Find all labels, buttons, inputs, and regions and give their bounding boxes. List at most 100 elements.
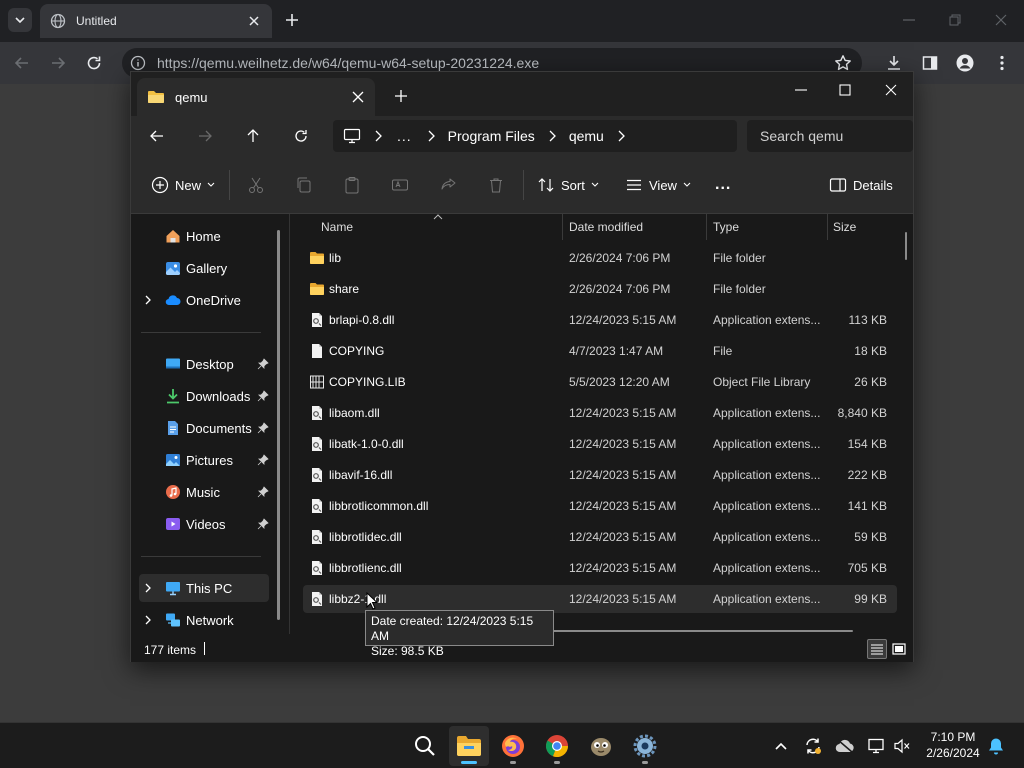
pin-icon[interactable] [257,518,269,530]
taskbar-gimp-app[interactable] [581,726,621,766]
nav-item-music[interactable]: Music [139,478,269,506]
notifications-button[interactable] [986,736,1006,756]
explorer-back-button[interactable] [147,126,167,146]
monitor-icon[interactable] [343,128,361,144]
url-text[interactable]: https://qemu.weilnetz.de/w64/qemu-w64-se… [157,55,539,71]
breadcrumb-program-files[interactable]: Program Files [448,128,535,144]
copy-button[interactable] [295,173,319,197]
explorer-up-button[interactable] [243,126,263,146]
taskbar-search-button[interactable] [405,726,445,766]
chevron-right-icon[interactable] [143,615,153,625]
explorer-minimize-button[interactable] [787,78,815,102]
browser-restore-button[interactable] [941,8,969,32]
file-row[interactable]: brlapi-0.8.dll 12/24/2023 5:15 AM Applicat… [303,306,897,334]
column-divider[interactable] [706,214,707,240]
tiles-view-toggle[interactable] [889,639,909,659]
cut-button[interactable] [247,173,271,197]
reload-button[interactable] [82,51,106,75]
tray-sync-icon[interactable] [803,736,823,756]
explorer-tab[interactable]: qemu [137,78,375,116]
pane-splitter[interactable] [289,214,290,634]
breadcrumb-qemu[interactable]: qemu [569,128,604,144]
sort-button[interactable]: Sort [537,173,599,197]
taskbar-settings[interactable] [625,726,665,766]
pin-icon[interactable] [257,390,269,402]
chevron-right-icon[interactable] [143,295,153,305]
explorer-close-button[interactable] [877,78,905,102]
nav-item-network[interactable]: Network [139,606,269,634]
paste-button[interactable] [343,173,367,197]
taskbar-firefox[interactable] [493,726,533,766]
column-header-type[interactable]: Type [713,220,739,234]
site-info-icon[interactable] [130,55,146,71]
details-view-toggle[interactable] [867,639,887,659]
file-row[interactable]: libbrotlidec.dll 12/24/2023 5:15 AM Applic… [303,523,897,551]
file-row[interactable]: COPYING.LIB 5/5/2023 12:20 AM Object File … [303,368,897,396]
file-row[interactable]: libaom.dll 12/24/2023 5:15 AM Application … [303,399,897,427]
column-divider[interactable] [827,214,828,240]
explorer-refresh-button[interactable] [291,126,311,146]
pin-icon[interactable] [257,358,269,370]
close-tab-icon[interactable] [351,90,365,104]
taskbar-clock[interactable]: 7:10 PM 2/26/2024 [922,729,984,761]
chevron-right-icon[interactable] [373,130,383,142]
close-tab-icon[interactable] [246,13,262,29]
pin-icon[interactable] [257,486,269,498]
chevron-right-icon[interactable] [426,130,436,142]
explorer-forward-button[interactable] [195,126,215,146]
browser-menu-button[interactable] [990,51,1014,75]
side-panel-button[interactable] [918,51,942,75]
forward-button[interactable] [46,51,70,75]
file-list-scrollbar[interactable] [905,232,907,260]
view-button[interactable]: View [625,173,691,197]
column-header-date[interactable]: Date modified [569,220,643,234]
nav-item-downloads[interactable]: Downloads [139,382,269,410]
pin-icon[interactable] [257,422,269,434]
tab-search-button[interactable] [8,8,32,32]
explorer-maximize-button[interactable] [831,78,859,102]
file-row[interactable]: share 2/26/2024 7:06 PM File folder [303,275,897,303]
nav-item-onedrive[interactable]: OneDrive [139,286,269,314]
rename-button[interactable] [391,173,415,197]
file-row[interactable]: lib 2/26/2024 7:06 PM File folder [303,244,897,272]
taskbar-chrome[interactable] [537,726,577,766]
chevron-right-icon[interactable] [616,130,626,142]
details-pane-button[interactable]: Details [829,173,893,197]
search-input[interactable] [747,120,913,152]
nav-item-gallery[interactable]: Gallery [139,254,269,282]
profile-button[interactable] [953,51,977,75]
column-header-name[interactable]: Name [321,220,353,234]
show-hidden-icons-button[interactable] [771,736,791,756]
browser-close-button[interactable] [987,8,1015,32]
share-button[interactable] [439,173,463,197]
file-row[interactable]: libbrotlienc.dll 12/24/2023 5:15 AM Applic… [303,554,897,582]
breadcrumb-overflow[interactable]: ... [397,128,412,144]
file-row[interactable]: COPYING 4/7/2023 1:47 AM File 18 KB [303,337,897,365]
file-row[interactable]: libbz2-1.dll 12/24/2023 5:15 AM Applicatio… [303,585,897,613]
chevron-right-icon[interactable] [547,130,557,142]
column-header-size[interactable]: Size [833,220,856,234]
nav-item-home[interactable]: Home [139,222,269,250]
taskbar-file-explorer[interactable] [449,726,489,766]
delete-button[interactable] [487,173,511,197]
file-row[interactable]: libatk-1.0-0.dll 12/24/2023 5:15 AM Applic… [303,430,897,458]
file-row[interactable]: libbrotlicommon.dll 12/24/2023 5:15 AM App… [303,492,897,520]
back-button[interactable] [10,51,34,75]
nav-pane-scrollbar[interactable] [277,230,280,620]
nav-item-videos[interactable]: Videos [139,510,269,538]
file-row[interactable]: libavif-16.dll 12/24/2023 5:15 AM Applicat… [303,461,897,489]
tray-network-icon[interactable] [867,736,887,756]
see-more-button[interactable]: ... [715,173,731,197]
nav-item-this-pc[interactable]: This PC [139,574,269,602]
tray-onedrive-icon[interactable] [835,736,855,756]
nav-item-documents[interactable]: Documents [139,414,269,442]
search-box[interactable] [747,120,913,152]
tray-volume-icon[interactable] [892,736,912,756]
pin-icon[interactable] [257,454,269,466]
chevron-right-icon[interactable] [143,583,153,593]
browser-tab[interactable]: Untitled [40,4,272,38]
nav-item-pictures[interactable]: Pictures [139,446,269,474]
new-tab-plus-icon[interactable] [393,88,409,104]
bookmark-star-icon[interactable] [834,54,852,72]
column-divider[interactable] [562,214,563,240]
